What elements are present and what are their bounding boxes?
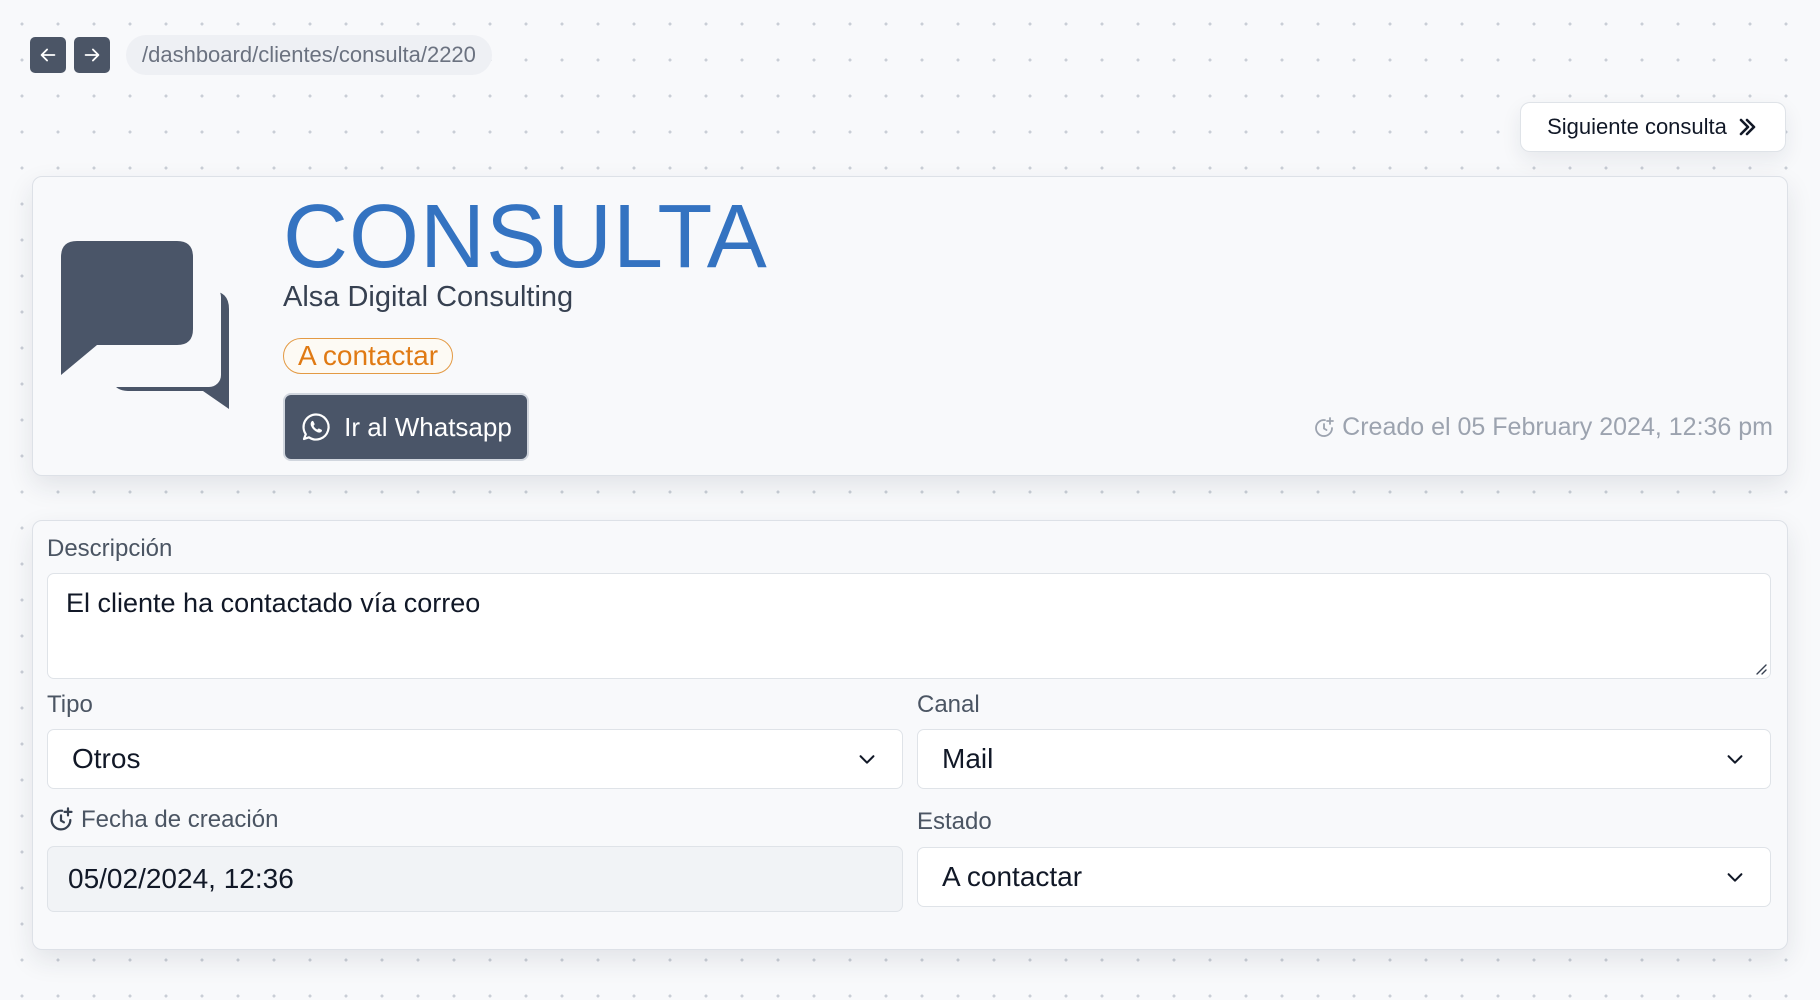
status-badge: A contactar <box>283 338 454 374</box>
description-textarea[interactable]: El cliente ha contactado vía correo <box>47 573 1771 679</box>
chevron-down-icon <box>1727 755 1743 764</box>
estado-value: A contactar <box>942 861 1083 892</box>
canal-value: Mail <box>942 743 994 774</box>
estado-label: Estado <box>917 808 992 836</box>
description-label: Descripción <box>47 535 172 563</box>
whatsapp-button[interactable]: Ir al Whatsapp <box>283 393 529 461</box>
clock-plus-icon <box>1315 416 1335 437</box>
tipo-value: Otros <box>72 743 141 774</box>
url-breadcrumb: /dashboard/clientes/consulta/2220 <box>126 35 492 75</box>
chat-bubbles-icon <box>61 241 229 409</box>
back-button[interactable] <box>30 37 66 73</box>
canal-select[interactable]: Mail <box>917 729 1771 789</box>
chevrons-right-icon <box>1739 118 1756 136</box>
canal-label: Canal <box>917 691 980 719</box>
consulta-header-card: CONSULTA Alsa Digital Consulting A conta… <box>32 176 1788 476</box>
next-consulta-label: Siguiente consulta <box>1547 114 1727 139</box>
arrow-right-icon <box>84 48 100 62</box>
fecha-value: 05/02/2024, 12:36 <box>68 863 294 894</box>
tipo-select[interactable]: Otros <box>47 729 903 789</box>
consulta-form-card: Descripción El cliente ha contactado vía… <box>32 520 1788 950</box>
estado-label-text: Estado <box>917 808 992 835</box>
forward-button[interactable] <box>74 37 110 73</box>
created-timestamp: Creado el 05 February 2024, 12:36 pm <box>1312 413 1773 442</box>
resize-handle-icon[interactable] <box>1753 661 1767 675</box>
description-value: El cliente ha contactado vía correo <box>66 588 481 618</box>
clock-plus-icon <box>50 807 73 831</box>
tipo-label: Tipo <box>47 691 93 719</box>
fecha-creacion-field[interactable]: 05/02/2024, 12:36 <box>47 846 903 912</box>
whatsapp-button-label: Ir al Whatsapp <box>344 411 512 442</box>
fecha-label-text: Fecha de creación <box>81 806 279 833</box>
next-consulta-button[interactable]: Siguiente consulta <box>1520 102 1786 152</box>
company-name: Alsa Digital Consulting <box>283 281 574 313</box>
tipo-label-text: Tipo <box>47 691 93 718</box>
created-text: Creado el 05 February 2024, 12:36 pm <box>1342 413 1773 441</box>
chevron-down-icon <box>859 755 875 764</box>
chevron-down-icon <box>1727 873 1743 882</box>
page-title: CONSULTA <box>283 187 768 287</box>
whatsapp-icon <box>302 413 330 441</box>
description-label-text: Descripción <box>47 535 173 562</box>
canal-label-text: Canal <box>917 691 980 718</box>
fecha-label: Fecha de creación <box>47 806 278 834</box>
estado-select[interactable]: A contactar <box>917 847 1771 907</box>
arrow-left-icon <box>40 48 56 62</box>
